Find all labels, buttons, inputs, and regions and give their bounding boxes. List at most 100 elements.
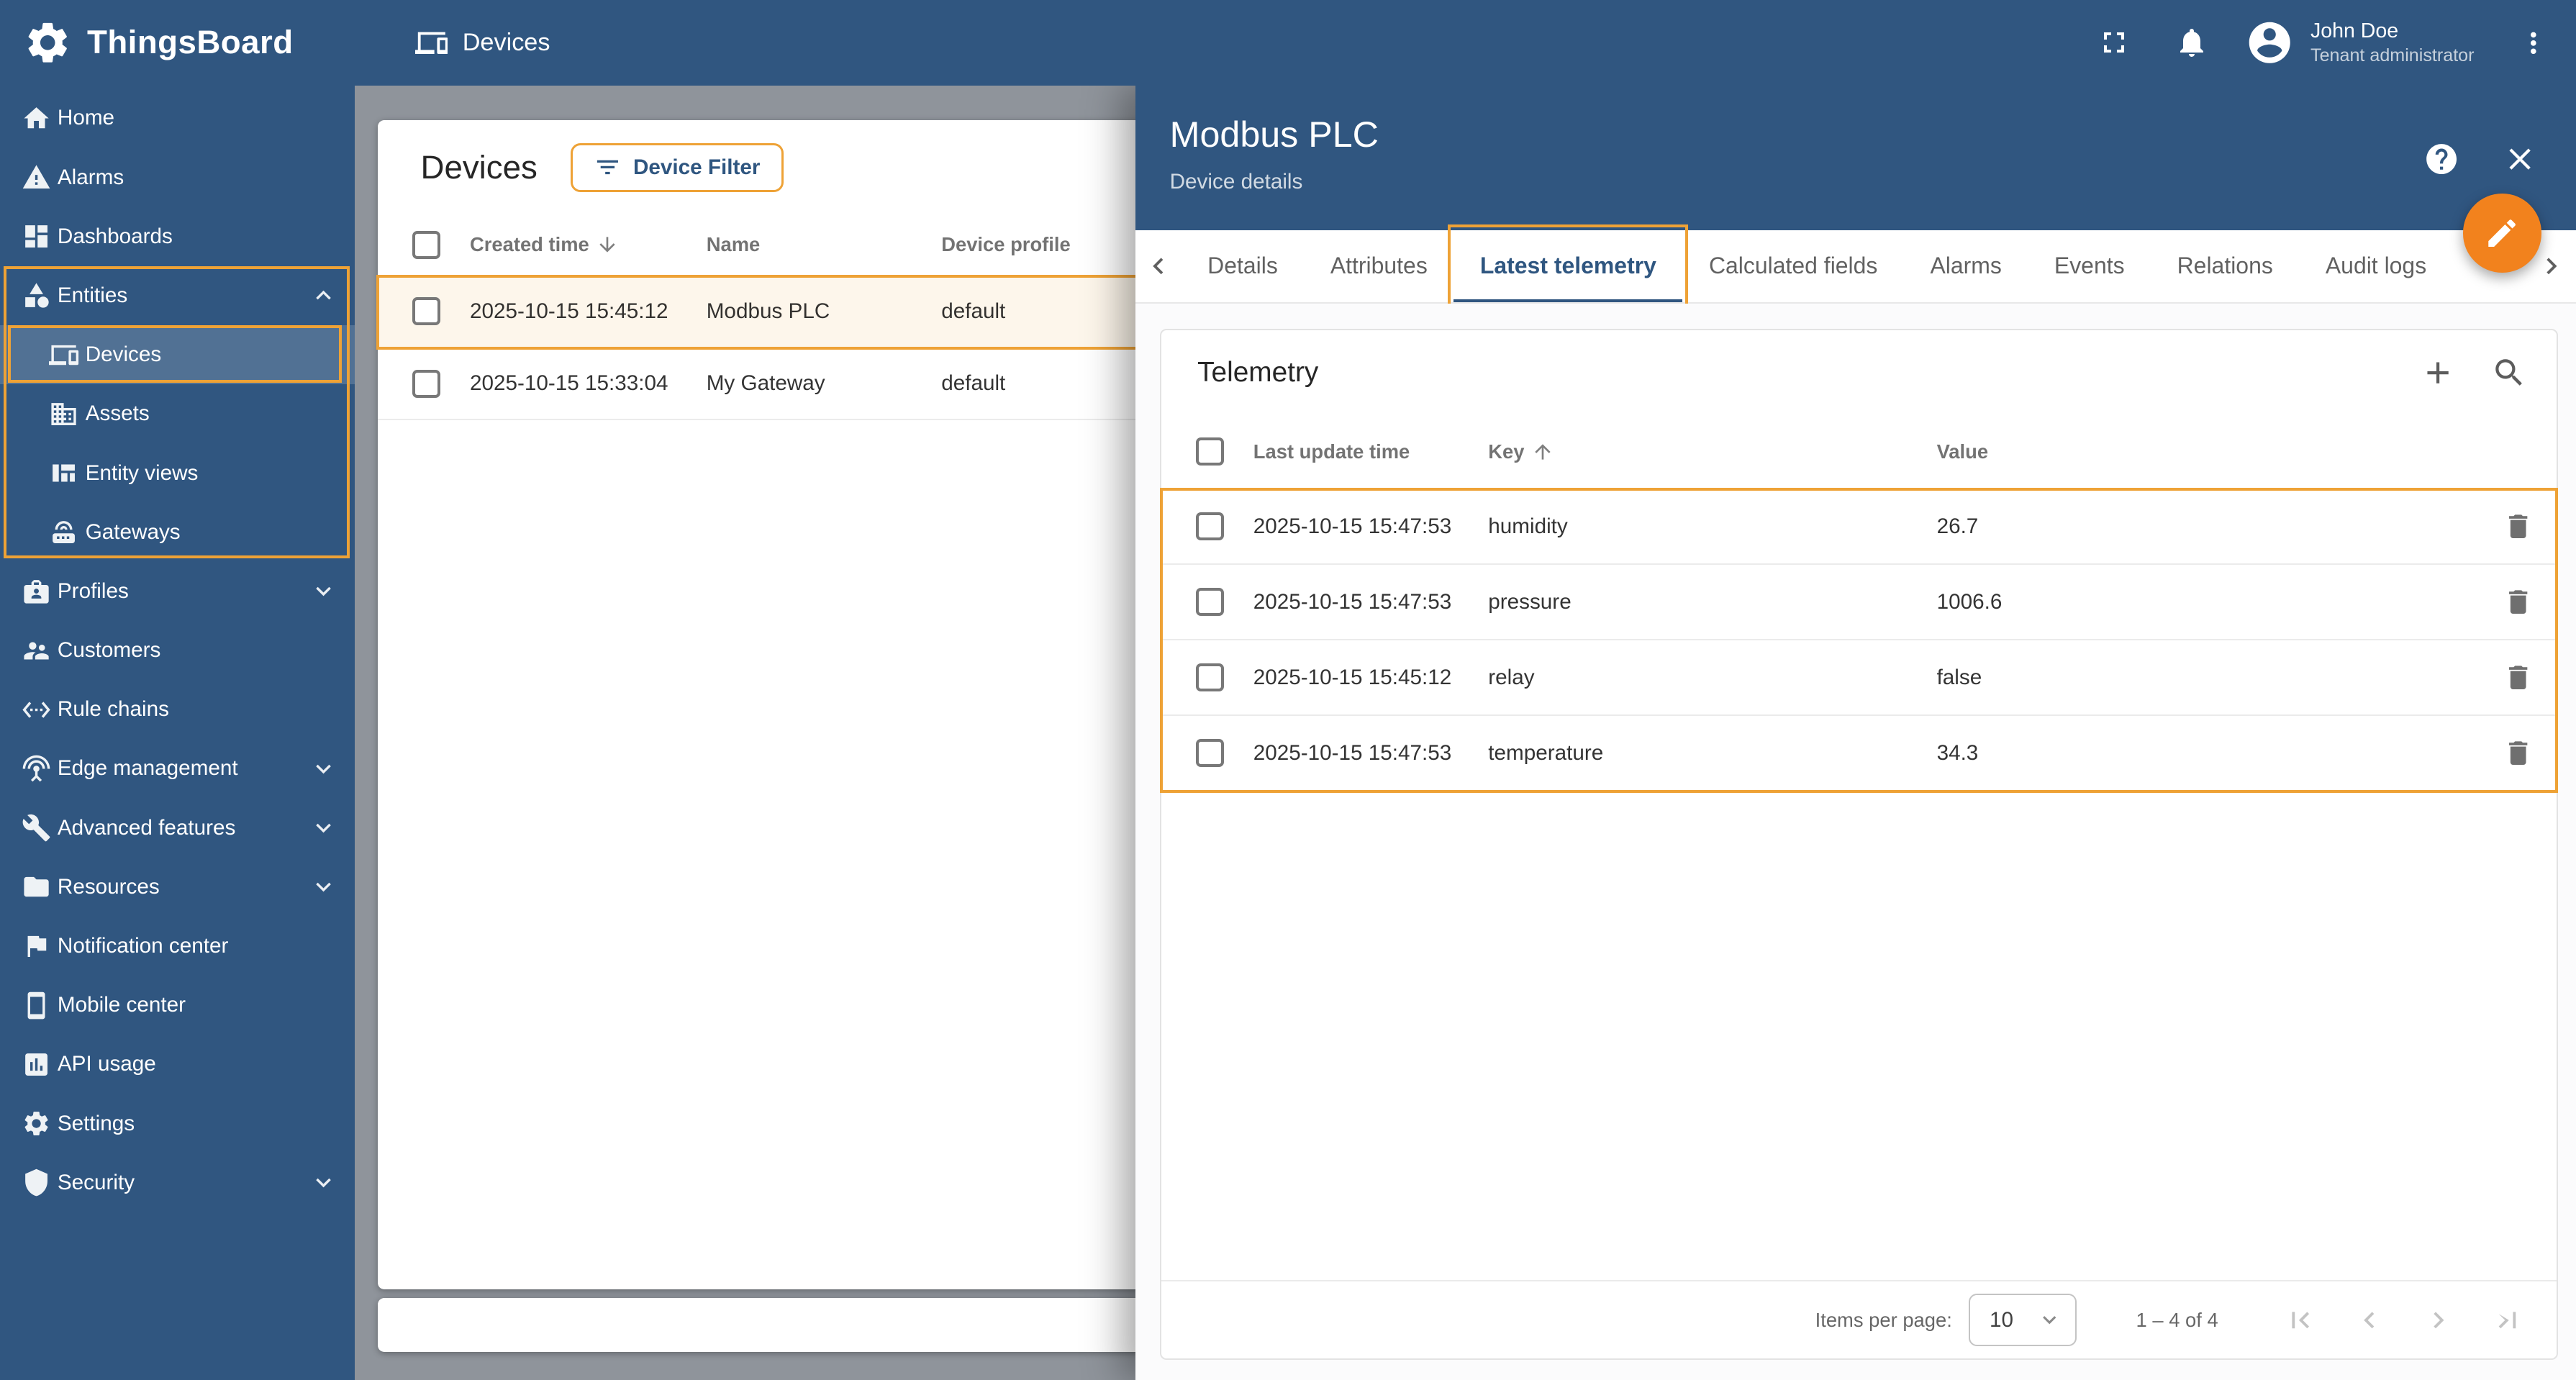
chevron-up-icon — [309, 281, 338, 310]
tab-audit-logs[interactable]: Audit logs — [2299, 230, 2452, 303]
close-icon — [2502, 141, 2538, 177]
telemetry-select-all-checkbox[interactable] — [1195, 437, 1224, 466]
sidebar-item-edge-management[interactable]: Edge management — [0, 739, 355, 798]
last-page-icon — [2491, 1304, 2524, 1337]
device-table-row[interactable]: 2025-10-15 15:33:04 My Gateway default — [378, 348, 1266, 421]
sidebar-item-assets[interactable]: Assets — [0, 384, 355, 443]
smartphone-icon — [22, 991, 51, 1020]
delete-telemetry-button[interactable] — [2503, 662, 2534, 693]
drawer-header-actions — [2423, 141, 2539, 177]
delete-telemetry-button[interactable] — [2503, 586, 2534, 617]
drawer-title: Modbus PLC — [1169, 114, 1379, 155]
cell-key: relay — [1488, 665, 1535, 689]
app-root: ThingsBoard Devices John Doe Tenant admi… — [0, 0, 2576, 1380]
column-header-value[interactable]: Value — [1937, 440, 2491, 463]
column-header-key[interactable]: Key — [1488, 440, 1936, 463]
telemetry-table-row[interactable]: 2025-10-15 15:45:12 relay false — [1161, 640, 2557, 717]
sidebar-item-customers[interactable]: Customers — [0, 621, 355, 680]
last-page-button[interactable] — [2491, 1304, 2524, 1337]
pagination-range: 1 – 4 of 4 — [2136, 1308, 2218, 1331]
fullscreen-button[interactable] — [2097, 25, 2131, 60]
select-all-checkbox[interactable] — [412, 230, 440, 259]
items-per-page-select[interactable]: 10 — [1968, 1294, 2077, 1347]
sidebar-item-dashboards[interactable]: Dashboards — [0, 207, 355, 266]
trash-icon — [2503, 737, 2534, 768]
close-drawer-button[interactable] — [2502, 141, 2538, 177]
cell-value: 1006.6 — [1936, 589, 2003, 614]
flag-icon — [22, 931, 51, 961]
tab-latest-telemetry[interactable]: Latest telemetry — [1447, 224, 1690, 309]
column-header-last-update-time[interactable]: Last update time — [1253, 440, 1488, 463]
sidebar-item-settings[interactable]: Settings — [0, 1094, 355, 1153]
ethernet-icon — [22, 695, 51, 725]
help-button[interactable] — [2423, 141, 2459, 177]
tab-attributes[interactable]: Attributes — [1304, 230, 1453, 303]
device-filter-button[interactable]: Device Filter — [570, 142, 784, 193]
sidebar-item-alarms[interactable]: Alarms — [0, 147, 355, 206]
sidebar-item-security[interactable]: Security — [0, 1153, 355, 1212]
row-checkbox[interactable] — [1195, 739, 1224, 768]
telemetry-table-body: 2025-10-15 15:47:53 humidity 26.7 2025-1… — [1160, 488, 2558, 793]
pagination-controls — [2284, 1304, 2523, 1337]
router-icon — [49, 517, 78, 547]
tab-calculated-fields[interactable]: Calculated fields — [1682, 230, 1903, 303]
column-header-name[interactable]: Name — [707, 233, 941, 256]
row-checkbox[interactable] — [412, 297, 440, 326]
chevron-down-icon — [309, 872, 338, 902]
telemetry-table-row[interactable]: 2025-10-15 15:47:53 temperature 34.3 — [1161, 716, 2557, 792]
sidebar-item-resources[interactable]: Resources — [0, 858, 355, 917]
sidebar-item-gateways[interactable]: Gateways — [0, 503, 355, 562]
page-title-devices-icon — [414, 27, 448, 60]
sort-asc-icon — [1531, 440, 1554, 463]
row-checkbox[interactable] — [1195, 588, 1224, 616]
sidebar-item-profiles[interactable]: Profiles — [0, 562, 355, 621]
devices-table-card: Devices Device Filter Created time Name De… — [376, 119, 1266, 1290]
delete-telemetry-button[interactable] — [2503, 737, 2534, 768]
sidebar-item-devices[interactable]: Devices — [0, 325, 355, 385]
row-checkbox[interactable] — [412, 369, 440, 398]
first-page-button[interactable] — [2284, 1304, 2317, 1337]
sidebar-item-rule-chains[interactable]: Rule chains — [0, 680, 355, 739]
details-tabs-row: Details Attributes Latest telemetry Calcula… — [1135, 224, 2576, 309]
tab-details[interactable]: Details — [1182, 230, 1305, 303]
build-icon — [22, 813, 51, 843]
tab-relations[interactable]: Relations — [2151, 230, 2299, 303]
delete-telemetry-button[interactable] — [2503, 511, 2534, 542]
sidebar-item-home[interactable]: Home — [0, 88, 355, 147]
tabs-scroll-left-button[interactable] — [1135, 230, 1182, 303]
user-avatar[interactable] — [2245, 18, 2294, 67]
column-header-created-time[interactable]: Created time — [470, 233, 707, 256]
search-telemetry-button[interactable] — [2491, 355, 2527, 391]
more-menu-button[interactable] — [2517, 27, 2550, 60]
next-page-button[interactable] — [2422, 1304, 2455, 1337]
brand[interactable]: ThingsBoard — [0, 18, 294, 67]
telemetry-actions — [2420, 355, 2526, 391]
chevron-right-icon — [2535, 250, 2568, 283]
row-checkbox[interactable] — [1195, 512, 1224, 540]
tab-events[interactable]: Events — [2028, 230, 2151, 303]
user-info: John Doe Tenant administrator — [2310, 19, 2475, 67]
tab-alarms[interactable]: Alarms — [1904, 230, 2028, 303]
sidebar-item-entities[interactable]: Entities — [0, 266, 355, 325]
cell-value: false — [1936, 665, 1982, 689]
telemetry-table-row[interactable]: 2025-10-15 15:47:53 pressure 1006.6 — [1161, 565, 2557, 641]
notifications-button[interactable] — [2174, 25, 2209, 60]
device-table-row[interactable]: 2025-10-15 15:45:12 Modbus PLC default — [376, 274, 1266, 350]
cell-last-update-time: 2025-10-15 15:45:12 — [1253, 665, 1452, 689]
folder-icon — [22, 872, 51, 902]
items-per-page-value: 10 — [1990, 1307, 2014, 1332]
chevron-down-icon — [309, 813, 338, 843]
row-checkbox[interactable] — [1195, 663, 1224, 691]
cell-device-name: Modbus PLC — [706, 299, 830, 323]
sidebar-item-advanced-features[interactable]: Advanced features — [0, 799, 355, 858]
previous-page-button[interactable] — [2353, 1304, 2386, 1337]
chevron-left-icon — [1142, 250, 1175, 283]
sidebar-item-notification-center[interactable]: Notification center — [0, 917, 355, 976]
add-telemetry-button[interactable] — [2420, 355, 2456, 391]
sidebar-item-api-usage[interactable]: API usage — [0, 1035, 355, 1094]
view-quilt-icon — [49, 458, 78, 488]
telemetry-table-row[interactable]: 2025-10-15 15:47:53 humidity 26.7 — [1161, 489, 2557, 566]
sidebar-item-entity-views[interactable]: Entity views — [0, 443, 355, 502]
sidebar-item-mobile-center[interactable]: Mobile center — [0, 976, 355, 1035]
edit-device-fab[interactable] — [2462, 194, 2542, 273]
